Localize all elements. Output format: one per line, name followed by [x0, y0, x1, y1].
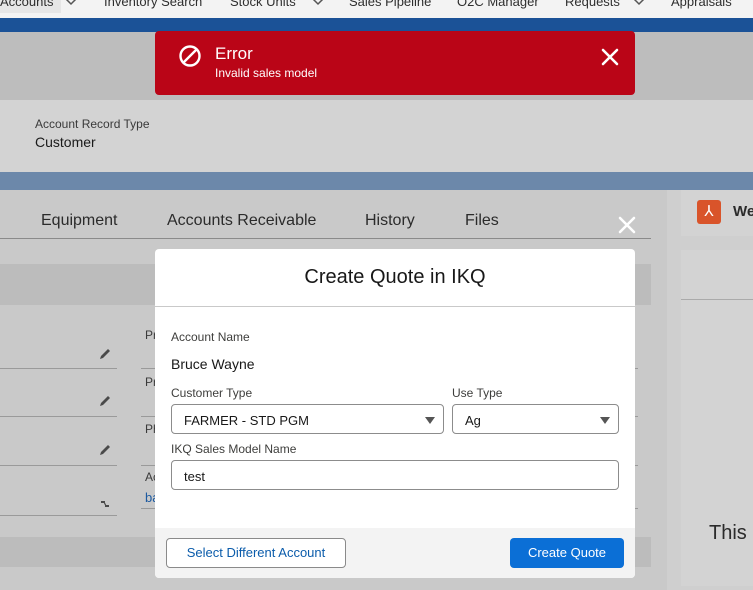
customer-type-select[interactable]: FARMER - STD PGM [171, 404, 444, 434]
record-type-label: Account Record Type [35, 117, 150, 131]
nav-item-sales-pipeline[interactable]: Sales Pipeline [349, 0, 431, 9]
tab-accounts-receivable[interactable]: Accounts Receivable [167, 212, 316, 230]
modal-title: Create Quote in IKQ [304, 266, 486, 288]
select-different-account-button[interactable]: Select Different Account [166, 538, 346, 568]
modal-footer: Select Different Account Create Quote [155, 528, 635, 578]
nav-item-inventory-search[interactable]: Inventory Search [104, 0, 202, 9]
top-nav: Accounts Inventory Search Stock Units Sa… [0, 0, 753, 18]
record-highlights [0, 100, 753, 172]
tabs-divider [0, 238, 651, 239]
nav-band [0, 18, 753, 32]
dropdown-caret-icon [425, 417, 435, 424]
record-type-value: Customer [35, 134, 96, 150]
nav-item-accounts[interactable]: Accounts [0, 0, 62, 13]
chevron-down-icon[interactable] [309, 0, 327, 11]
welcome-card-title: We [733, 203, 753, 220]
use-type-selected: Ag [465, 413, 481, 428]
toast-close-icon[interactable] [600, 47, 620, 67]
account-name-value: Bruce Wayne [171, 356, 255, 372]
account-name-label: Account Name [171, 330, 250, 344]
pencil-icon[interactable] [98, 394, 112, 408]
use-type-label: Use Type [452, 386, 503, 400]
nav-item-stock-units[interactable]: Stock Units [230, 0, 296, 9]
dropdown-caret-icon [600, 417, 610, 424]
card-divider [681, 299, 753, 300]
info-card-text: This a [709, 522, 753, 544]
modal-close-icon[interactable] [615, 213, 639, 237]
field-divider [0, 465, 117, 466]
field-divider [0, 515, 117, 516]
customer-type-label: Customer Type [171, 386, 253, 400]
pencil-icon[interactable] [98, 347, 112, 361]
nav-item-o2c-manager[interactable]: O2C Manager [457, 0, 539, 9]
modal-header: Create Quote in IKQ [155, 249, 635, 307]
nav-item-requests[interactable]: Requests [565, 0, 620, 9]
tab-files[interactable]: Files [465, 212, 499, 230]
chevron-down-icon[interactable] [630, 0, 648, 11]
sales-model-input[interactable]: test [171, 460, 619, 490]
chevron-down-icon[interactable] [62, 0, 80, 11]
sales-model-value: test [184, 469, 205, 484]
field-divider [0, 368, 117, 369]
toast-message: Invalid sales model [215, 66, 318, 80]
pencil-icon[interactable] [98, 443, 112, 457]
sales-model-label: IKQ Sales Model Name [171, 442, 297, 456]
create-quote-button[interactable]: Create Quote [510, 538, 624, 568]
error-ban-icon [179, 45, 201, 67]
tab-history[interactable]: History [365, 212, 415, 230]
error-toast: Error Invalid sales model [155, 31, 635, 95]
nav-item-appraisals[interactable]: Appraisals [671, 0, 732, 9]
app-icon: ⅄ [697, 200, 721, 224]
customer-type-selected: FARMER - STD PGM [184, 413, 309, 428]
tab-equipment[interactable]: Equipment [41, 212, 118, 230]
decorative-strip [0, 172, 753, 190]
field-divider [0, 416, 117, 417]
lookup-edit-icon[interactable] [98, 497, 112, 511]
use-type-select[interactable]: Ag [452, 404, 619, 434]
toast-title: Error [215, 44, 253, 63]
create-quote-modal: Create Quote in IKQ Account Name Bruce W… [155, 249, 635, 578]
